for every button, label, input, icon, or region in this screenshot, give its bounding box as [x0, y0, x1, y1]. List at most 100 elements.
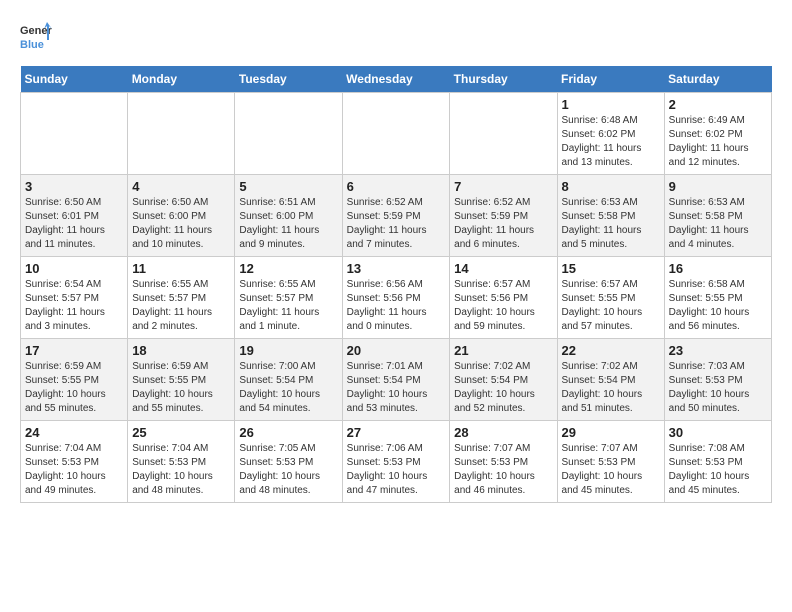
day-number: 18	[132, 343, 230, 358]
calendar-cell	[450, 93, 557, 175]
day-info: Sunrise: 6:51 AM Sunset: 6:00 PM Dayligh…	[239, 196, 337, 252]
calendar-cell: 15Sunrise: 6:57 AM Sunset: 5:55 PM Dayli…	[557, 257, 664, 339]
day-info: Sunrise: 6:49 AM Sunset: 6:02 PM Dayligh…	[669, 114, 767, 170]
day-number: 22	[562, 343, 660, 358]
day-number: 12	[239, 261, 337, 276]
weekday-header: Thursday	[450, 66, 557, 93]
calendar-cell: 20Sunrise: 7:01 AM Sunset: 5:54 PM Dayli…	[342, 339, 450, 421]
calendar-cell: 9 Sunrise: 6:53 AM Sunset: 5:58 PM Daylig…	[664, 175, 771, 257]
day-info: Sunrise: 6:57 AM Sunset: 5:55 PM Dayligh…	[562, 278, 660, 334]
calendar-cell: 28 Sunrise: 7:07 AM Sunset: 5:53 PM Dayli…	[450, 421, 557, 503]
page-header: General Blue	[20, 20, 772, 56]
day-number: 21	[454, 343, 552, 358]
day-info: Sunrise: 6:55 AM Sunset: 5:57 PM Dayligh…	[239, 278, 337, 334]
calendar-cell: 30 Sunrise: 7:08 AM Sunset: 5:53 PM Dayli…	[664, 421, 771, 503]
calendar-cell: 23Sunrise: 7:03 AM Sunset: 5:53 PM Dayli…	[664, 339, 771, 421]
day-info: Sunrise: 6:59 AM Sunset: 5:55 PM Dayligh…	[25, 360, 123, 416]
weekday-header: Tuesday	[235, 66, 342, 93]
day-number: 19	[239, 343, 337, 358]
day-info: Sunrise: 6:48 AM Sunset: 6:02 PM Dayligh…	[562, 114, 660, 170]
calendar-week-row: 17 Sunrise: 6:59 AM Sunset: 5:55 PM Dayli…	[21, 339, 772, 421]
day-number: 6	[347, 179, 446, 194]
logo-svg: General Blue	[20, 20, 52, 56]
calendar-cell: 17 Sunrise: 6:59 AM Sunset: 5:55 PM Dayli…	[21, 339, 128, 421]
day-number: 24	[25, 425, 123, 440]
calendar-cell: 3 Sunrise: 6:50 AM Sunset: 6:01 PM Daylig…	[21, 175, 128, 257]
day-number: 27	[347, 425, 446, 440]
day-info: Sunrise: 6:57 AM Sunset: 5:56 PM Dayligh…	[454, 278, 552, 334]
calendar-cell: 6 Sunrise: 6:52 AM Sunset: 5:59 PM Daylig…	[342, 175, 450, 257]
weekday-header: Sunday	[21, 66, 128, 93]
calendar-cell: 22 Sunrise: 7:02 AM Sunset: 5:54 PM Dayli…	[557, 339, 664, 421]
day-info: Sunrise: 7:02 AM Sunset: 5:54 PM Dayligh…	[562, 360, 660, 416]
day-number: 2	[669, 97, 767, 112]
day-number: 16	[669, 261, 767, 276]
day-info: Sunrise: 7:04 AM Sunset: 5:53 PM Dayligh…	[132, 442, 230, 498]
day-info: Sunrise: 7:00 AM Sunset: 5:54 PM Dayligh…	[239, 360, 337, 416]
calendar-week-row: 1 Sunrise: 6:48 AM Sunset: 6:02 PM Daylig…	[21, 93, 772, 175]
day-info: Sunrise: 6:50 AM Sunset: 6:01 PM Dayligh…	[25, 196, 123, 252]
day-number: 1	[562, 97, 660, 112]
calendar-cell: 29 Sunrise: 7:07 AM Sunset: 5:53 PM Dayli…	[557, 421, 664, 503]
day-info: Sunrise: 7:01 AM Sunset: 5:54 PM Dayligh…	[347, 360, 446, 416]
day-info: Sunrise: 7:04 AM Sunset: 5:53 PM Dayligh…	[25, 442, 123, 498]
calendar-cell: 19 Sunrise: 7:00 AM Sunset: 5:54 PM Dayli…	[235, 339, 342, 421]
calendar-cell	[128, 93, 235, 175]
logo: General Blue	[20, 20, 52, 56]
day-number: 29	[562, 425, 660, 440]
day-info: Sunrise: 6:53 AM Sunset: 5:58 PM Dayligh…	[562, 196, 660, 252]
day-info: Sunrise: 7:06 AM Sunset: 5:53 PM Dayligh…	[347, 442, 446, 498]
day-info: Sunrise: 6:59 AM Sunset: 5:55 PM Dayligh…	[132, 360, 230, 416]
day-info: Sunrise: 6:55 AM Sunset: 5:57 PM Dayligh…	[132, 278, 230, 334]
calendar-cell: 11 Sunrise: 6:55 AM Sunset: 5:57 PM Dayli…	[128, 257, 235, 339]
calendar-cell	[235, 93, 342, 175]
day-info: Sunrise: 6:52 AM Sunset: 5:59 PM Dayligh…	[454, 196, 552, 252]
calendar-cell: 27 Sunrise: 7:06 AM Sunset: 5:53 PM Dayli…	[342, 421, 450, 503]
day-number: 8	[562, 179, 660, 194]
day-number: 9	[669, 179, 767, 194]
weekday-header: Saturday	[664, 66, 771, 93]
svg-text:Blue: Blue	[20, 39, 44, 51]
day-number: 26	[239, 425, 337, 440]
day-info: Sunrise: 7:02 AM Sunset: 5:54 PM Dayligh…	[454, 360, 552, 416]
calendar-week-row: 24 Sunrise: 7:04 AM Sunset: 5:53 PM Dayli…	[21, 421, 772, 503]
weekday-header: Wednesday	[342, 66, 450, 93]
calendar-cell: 24 Sunrise: 7:04 AM Sunset: 5:53 PM Dayli…	[21, 421, 128, 503]
day-info: Sunrise: 7:07 AM Sunset: 5:53 PM Dayligh…	[562, 442, 660, 498]
day-info: Sunrise: 6:50 AM Sunset: 6:00 PM Dayligh…	[132, 196, 230, 252]
day-number: 10	[25, 261, 123, 276]
calendar-cell	[21, 93, 128, 175]
day-info: Sunrise: 7:07 AM Sunset: 5:53 PM Dayligh…	[454, 442, 552, 498]
calendar-cell: 25 Sunrise: 7:04 AM Sunset: 5:53 PM Dayli…	[128, 421, 235, 503]
day-info: Sunrise: 6:52 AM Sunset: 5:59 PM Dayligh…	[347, 196, 446, 252]
calendar-cell: 10 Sunrise: 6:54 AM Sunset: 5:57 PM Dayli…	[21, 257, 128, 339]
calendar-cell: 8 Sunrise: 6:53 AM Sunset: 5:58 PM Daylig…	[557, 175, 664, 257]
calendar-week-row: 3 Sunrise: 6:50 AM Sunset: 6:01 PM Daylig…	[21, 175, 772, 257]
calendar-cell: 13 Sunrise: 6:56 AM Sunset: 5:56 PM Dayli…	[342, 257, 450, 339]
weekday-header: Friday	[557, 66, 664, 93]
calendar-cell: 12 Sunrise: 6:55 AM Sunset: 5:57 PM Dayli…	[235, 257, 342, 339]
calendar-cell: 14Sunrise: 6:57 AM Sunset: 5:56 PM Dayli…	[450, 257, 557, 339]
day-number: 30	[669, 425, 767, 440]
day-info: Sunrise: 6:58 AM Sunset: 5:55 PM Dayligh…	[669, 278, 767, 334]
day-info: Sunrise: 7:08 AM Sunset: 5:53 PM Dayligh…	[669, 442, 767, 498]
calendar-cell: 21 Sunrise: 7:02 AM Sunset: 5:54 PM Dayli…	[450, 339, 557, 421]
day-number: 23	[669, 343, 767, 358]
calendar-week-row: 10 Sunrise: 6:54 AM Sunset: 5:57 PM Dayli…	[21, 257, 772, 339]
day-number: 3	[25, 179, 123, 194]
calendar-cell: 4Sunrise: 6:50 AM Sunset: 6:00 PM Daylig…	[128, 175, 235, 257]
day-number: 11	[132, 261, 230, 276]
day-number: 17	[25, 343, 123, 358]
weekday-header: Monday	[128, 66, 235, 93]
calendar-cell: 1 Sunrise: 6:48 AM Sunset: 6:02 PM Daylig…	[557, 93, 664, 175]
day-info: Sunrise: 6:53 AM Sunset: 5:58 PM Dayligh…	[669, 196, 767, 252]
day-number: 28	[454, 425, 552, 440]
day-number: 5	[239, 179, 337, 194]
calendar-cell: 26 Sunrise: 7:05 AM Sunset: 5:53 PM Dayli…	[235, 421, 342, 503]
day-number: 7	[454, 179, 552, 194]
day-info: Sunrise: 6:56 AM Sunset: 5:56 PM Dayligh…	[347, 278, 446, 334]
day-number: 13	[347, 261, 446, 276]
day-info: Sunrise: 6:54 AM Sunset: 5:57 PM Dayligh…	[25, 278, 123, 334]
day-info: Sunrise: 7:05 AM Sunset: 5:53 PM Dayligh…	[239, 442, 337, 498]
day-number: 25	[132, 425, 230, 440]
